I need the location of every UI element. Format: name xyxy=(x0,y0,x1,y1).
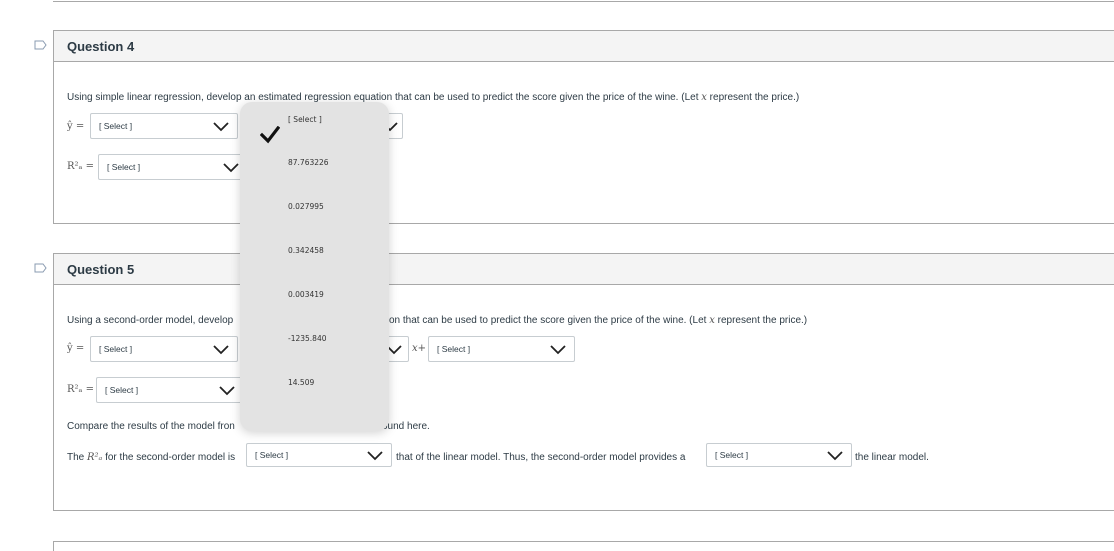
chevron-down-icon xyxy=(213,345,229,355)
option-87-763226[interactable]: 87.763226 xyxy=(288,158,329,167)
r2-adjusted-label: R²ₐ = xyxy=(67,384,94,395)
comparison-sentence-end: the linear model. xyxy=(855,452,929,463)
chevron-down-icon xyxy=(367,451,383,461)
option-14-509[interactable]: 14.509 xyxy=(288,378,314,387)
flag-question-icon[interactable] xyxy=(34,263,47,273)
chevron-down-icon xyxy=(219,386,235,396)
question-5-prompt-right: on that can be used to predict the score… xyxy=(389,315,808,326)
q4-intercept-select[interactable]: [ Select ] xyxy=(90,113,238,139)
comparison-sentence-mid: that of the linear model. Thus, the seco… xyxy=(396,452,686,463)
compare-prompt-right: ound here. xyxy=(382,421,430,432)
r2-adjusted-label: R²ₐ = xyxy=(67,161,94,172)
chevron-down-icon xyxy=(213,122,229,132)
question-4-header: Question 4 xyxy=(54,31,1114,62)
select-options-popup[interactable]: [ Select ] 87.763226 0.027995 0.342458 0… xyxy=(240,102,389,431)
compare-prompt-left: Compare the results of the model fron xyxy=(67,421,235,432)
option-select-placeholder[interactable]: [ Select ] xyxy=(288,115,322,124)
question-4-title: Question 4 xyxy=(67,38,135,54)
q4-r2-select[interactable]: [ Select ] xyxy=(98,154,248,180)
yhat-label: ŷ = xyxy=(67,121,85,132)
chevron-down-icon xyxy=(550,345,566,355)
question-5-prompt-left: Using a second-order model, develop xyxy=(67,315,234,326)
option-0-342458[interactable]: 0.342458 xyxy=(288,246,324,255)
question-5-title: Question 5 xyxy=(67,261,135,277)
chevron-down-icon xyxy=(827,451,843,461)
x-plus-term: x+ xyxy=(412,343,427,354)
q5-intercept-select[interactable]: [ Select ] xyxy=(90,336,238,362)
option-neg-1235-840[interactable]: -1235.840 xyxy=(288,334,327,343)
previous-question-card-edge xyxy=(53,0,1114,2)
option-0-027995[interactable]: 0.027995 xyxy=(288,202,324,211)
q5-quadratic-coef-select[interactable]: [ Select ] xyxy=(428,336,575,362)
comparison-sentence-start: The R²ₐ for the second-order model is xyxy=(67,452,236,463)
checkmark-icon xyxy=(260,126,280,144)
chevron-down-icon xyxy=(223,163,239,173)
model-fit-select[interactable]: [ Select ] xyxy=(706,443,852,467)
r2-comparison-select[interactable]: [ Select ] xyxy=(246,443,392,467)
flag-question-icon[interactable] xyxy=(34,40,47,50)
q5-r2-select[interactable]: [ Select ] xyxy=(96,377,244,403)
option-0-003419[interactable]: 0.003419 xyxy=(288,290,324,299)
yhat-label: ŷ = xyxy=(67,343,85,354)
question-4-prompt: Using simple linear regression, develop … xyxy=(67,92,800,103)
next-question-card-edge xyxy=(53,541,1114,551)
question-5-header: Question 5 xyxy=(54,254,1114,285)
